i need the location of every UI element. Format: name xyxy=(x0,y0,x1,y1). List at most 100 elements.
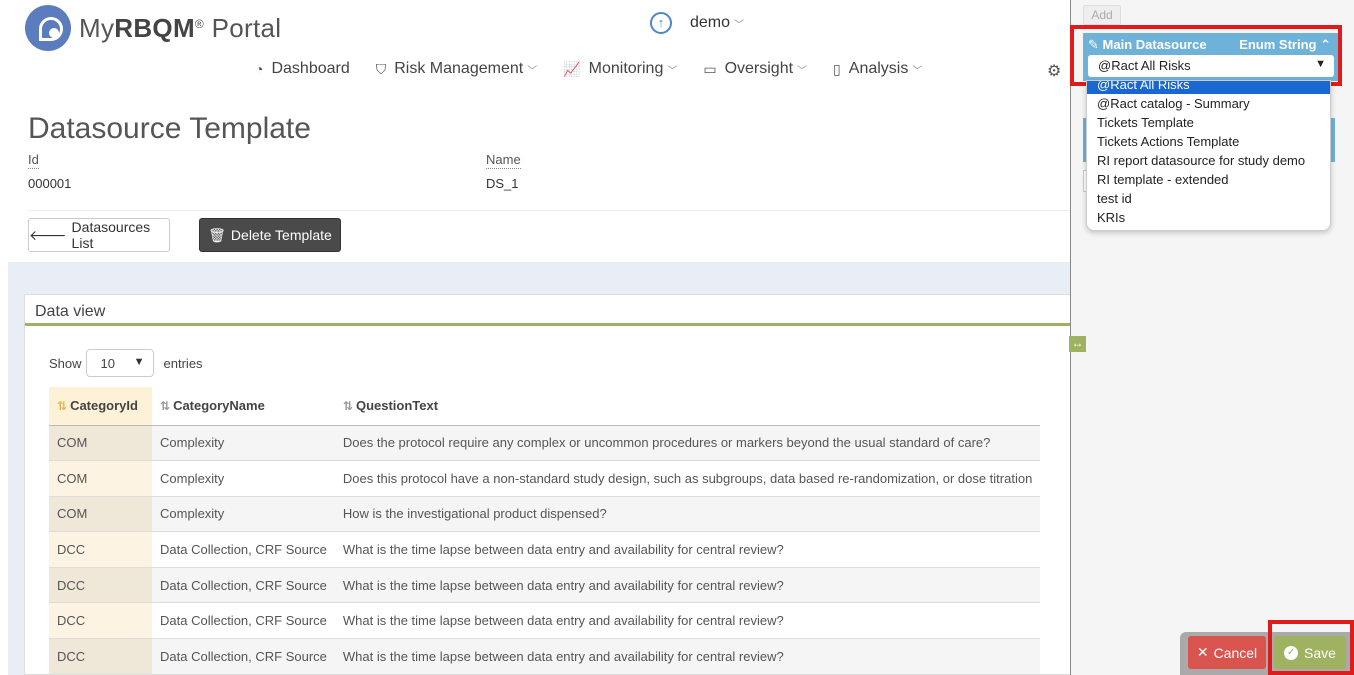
cell-category-name: Complexity xyxy=(152,425,335,462)
nav-label: Dashboard xyxy=(271,60,350,77)
document-icon: ▯ xyxy=(833,60,841,77)
arrow-up-circle-icon: ↑ xyxy=(650,12,672,34)
datasource-dropdown: @Ract All Risks @Ract catalog - Summary Ti… xyxy=(1086,80,1331,231)
chevron-down-icon: ﹀ xyxy=(797,65,808,77)
data-table: ⇅ CategoryId ⇅ CategoryName ⇅ QuestionText … xyxy=(49,387,1041,675)
ticket-icon: ▭ xyxy=(703,60,717,77)
cell-category-name: Data Collection, CRF Source xyxy=(152,531,335,568)
highlight-box xyxy=(1070,25,1342,86)
main-page: MyRBQM® Portal ↑ demo ﹀ ◔ Dashboard ⛉ Risk … xyxy=(0,0,1070,675)
nav-item-risk-management[interactable]: ⛉ Risk Management ﹀ xyxy=(376,60,537,78)
arrow-left-icon: 🡐 xyxy=(29,226,67,243)
cell-category-name: Data Collection, CRF Source xyxy=(152,602,335,640)
page-title: Datasource Template xyxy=(28,112,311,145)
column-label: CategoryName xyxy=(173,398,265,414)
cell-question-text: Does this protocol have a non-standard s… xyxy=(334,460,1041,497)
cell-question-text: What is the time lapse between data entr… xyxy=(334,602,1041,640)
name-value: DS_1 xyxy=(486,176,519,191)
trash-icon: 🗑 xyxy=(208,226,226,243)
nav-item-dashboard[interactable]: ◔ Dashboard xyxy=(255,60,350,78)
cell-category-name: Data Collection, CRF Source xyxy=(152,638,335,675)
dropdown-option[interactable]: KRIs xyxy=(1087,208,1330,227)
cancel-button[interactable]: ✕ Cancel xyxy=(1188,636,1266,669)
cell-category-id: DCC xyxy=(49,638,152,675)
brand-name: MyRBQM® Portal xyxy=(79,12,282,43)
dashboard-icon: ◔ xyxy=(255,61,264,77)
cell-category-name: Data Collection, CRF Source xyxy=(152,567,335,604)
data-view-title: Data view xyxy=(25,295,1070,326)
chart-icon: 📈 xyxy=(563,60,581,77)
nav-label: Analysis xyxy=(848,60,909,77)
dropdown-option[interactable]: Tickets Template xyxy=(1087,113,1330,132)
cell-question-text: How is the investigational product dispe… xyxy=(334,496,1041,533)
column-label: QuestionText xyxy=(355,398,439,414)
column-header-questiontext[interactable]: ⇅ QuestionText xyxy=(334,387,1041,426)
chevron-down-icon: ﹀ xyxy=(527,65,538,77)
cell-category-id: COM xyxy=(49,496,152,533)
page-length-value: 10 xyxy=(100,356,115,371)
entries-label: entries xyxy=(163,355,203,371)
dropdown-option[interactable]: RI report datasource for study demo xyxy=(1087,151,1330,170)
table-row[interactable]: COM Complexity How is the investigational … xyxy=(49,496,1041,533)
sort-icon: ⇅ xyxy=(57,399,68,414)
user-name: demo xyxy=(690,14,731,31)
nav-item-analysis[interactable]: ▯ Analysis ﹀ xyxy=(833,60,922,78)
cell-category-name: Complexity xyxy=(152,496,335,533)
dropdown-option[interactable]: Tickets Actions Template xyxy=(1087,132,1330,151)
table-row[interactable]: DCC Data Collection, CRF Source What is th… xyxy=(49,531,1041,568)
page-length-select[interactable]: 10 ▼ xyxy=(85,349,154,377)
cancel-label: Cancel xyxy=(1213,644,1258,661)
dropdown-option[interactable]: @Ract All Risks xyxy=(1087,81,1330,94)
nav-label: Monitoring xyxy=(588,60,664,77)
datasources-list-button[interactable]: 🡐 Datasources List xyxy=(28,218,170,252)
column-label: CategoryId xyxy=(70,398,138,414)
nav-label: Oversight xyxy=(724,60,794,77)
gear-icon[interactable]: ⚙ xyxy=(1047,61,1061,81)
chevron-down-icon: ﹀ xyxy=(667,65,678,77)
datasources-list-label: Datasources List xyxy=(71,219,151,251)
cell-question-text: What is the time lapse between data entr… xyxy=(334,531,1041,568)
cell-question-text: What is the time lapse between data entr… xyxy=(334,638,1041,675)
main-nav: ◔ Dashboard ⛉ Risk Management ﹀ 📈 Monitoring ﹀ ▭… xyxy=(255,60,948,78)
risk-icon: ⛉ xyxy=(375,60,387,77)
dropdown-option[interactable]: @Ract catalog - Summary xyxy=(1087,94,1330,113)
logo-icon xyxy=(25,5,71,51)
table-row[interactable]: COM Complexity Does this protocol have a n… xyxy=(49,460,1041,497)
chevron-down-icon: ﹀ xyxy=(734,19,745,31)
show-label: Show xyxy=(49,355,82,371)
table-row[interactable]: DCC Data Collection, CRF Source What is th… xyxy=(49,638,1041,675)
sort-icon: ⇅ xyxy=(342,399,353,414)
resize-handle-icon[interactable]: ↔ xyxy=(1069,336,1086,352)
table-row[interactable]: COM Complexity Does the protocol require a… xyxy=(49,425,1041,462)
table-row[interactable]: DCC Data Collection, CRF Source What is th… xyxy=(49,602,1041,640)
delete-template-button[interactable]: 🗑 Delete Template xyxy=(199,218,341,252)
cell-question-text: What is the time lapse between data entr… xyxy=(334,567,1041,604)
column-header-categoryid[interactable]: ⇅ CategoryId xyxy=(49,387,152,426)
user-menu[interactable]: ↑ demo ﹀ xyxy=(650,12,744,34)
cell-category-id: COM xyxy=(49,460,152,497)
id-label: Id xyxy=(28,152,39,169)
table-row[interactable]: DCC Data Collection, CRF Source What is th… xyxy=(49,567,1041,604)
divider xyxy=(28,210,1070,211)
data-view-panel: Data view Show 10 ▼ entries ⇅ CategoryId … xyxy=(24,294,1070,675)
cell-question-text: Does the protocol require any complex or… xyxy=(334,425,1041,462)
table-header-row: ⇅ CategoryId ⇅ CategoryName ⇅ QuestionText xyxy=(49,387,1041,426)
name-label: Name xyxy=(486,152,521,169)
dropdown-option[interactable]: RI template - extended xyxy=(1087,170,1330,189)
highlight-box xyxy=(1268,620,1354,675)
cell-category-id: DCC xyxy=(49,531,152,568)
logo[interactable]: MyRBQM® Portal xyxy=(25,5,281,51)
column-header-categoryname[interactable]: ⇅ CategoryName xyxy=(152,387,335,426)
add-button[interactable]: Add xyxy=(1083,5,1121,25)
nav-item-oversight[interactable]: ▭ Oversight ﹀ xyxy=(703,60,807,78)
chevron-down-icon: ﹀ xyxy=(912,65,923,77)
cell-category-id: DCC xyxy=(49,602,152,640)
cell-category-id: COM xyxy=(49,425,152,462)
cell-category-name: Complexity xyxy=(152,460,335,497)
id-value: 000001 xyxy=(28,176,72,191)
sort-icon: ⇅ xyxy=(160,399,171,414)
cell-category-id: DCC xyxy=(49,567,152,604)
dropdown-option[interactable]: test id xyxy=(1087,189,1330,208)
nav-item-monitoring[interactable]: 📈 Monitoring ﹀ xyxy=(563,60,677,78)
close-icon: ✕ xyxy=(1196,644,1209,660)
